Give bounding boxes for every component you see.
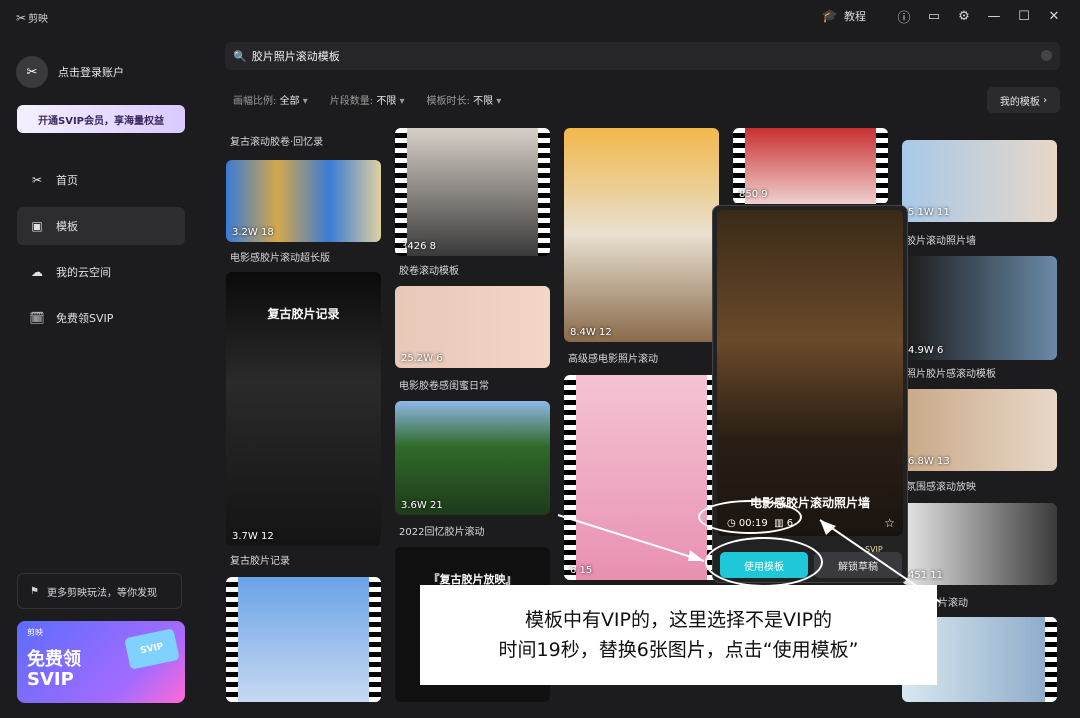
template-card[interactable]: 8.4W 12 xyxy=(564,128,719,342)
unlock-draft-button[interactable]: 解锁草稿 xyxy=(814,552,902,578)
template-card[interactable]: 25.2W 6 xyxy=(395,286,550,368)
help-icon[interactable]: ⓘ xyxy=(896,8,912,26)
sidebar-item-home[interactable]: ✂ 首页 xyxy=(17,161,185,199)
card-caption: 照片胶片感滚动模板 xyxy=(906,369,996,380)
tutorial-button[interactable]: 🎓 教程 xyxy=(822,8,866,24)
search-input[interactable]: 🔍 胶片照片滚动模板 xyxy=(225,42,1060,70)
search-icon: 🔍 xyxy=(233,49,247,63)
highlight-ellipse xyxy=(705,537,823,587)
card-caption: 复古滚动胶卷·回忆录 xyxy=(230,137,324,148)
template-card[interactable]: 3426 8 xyxy=(395,128,550,256)
scissors-icon: ✂ xyxy=(31,173,43,187)
annotation-box: 模板中有VIP的，这里选择不是VIP的 时间19秒，替换6张图片，点击“使用模板… xyxy=(420,585,937,685)
template-card[interactable]: 850 9 xyxy=(733,128,888,204)
title-bar: ✂ 剪映 🎓 教程 ⓘ ▭ ⚙ — ☐ ✕ xyxy=(0,0,1080,34)
card-caption: 复古胶片记录 xyxy=(230,556,290,567)
card-caption: 氛围感滚动放映 xyxy=(906,482,976,493)
close-icon[interactable]: ✕ xyxy=(1046,8,1062,24)
login-account[interactable]: ✂ 点击登录账户 xyxy=(16,56,124,88)
sidebar-item-cloud[interactable]: ☁ 我的云空间 xyxy=(17,253,185,291)
capcut-logo-icon: ✂ xyxy=(16,10,26,25)
open-svip-button[interactable]: 开通SVIP会员，享海量权益 xyxy=(17,105,185,133)
template-card[interactable] xyxy=(226,577,381,702)
svip-card-icon: SVIP xyxy=(124,628,180,670)
preview-image[interactable] xyxy=(717,210,903,536)
avatar[interactable]: ✂ xyxy=(16,56,48,88)
filter-clip-count[interactable]: 片段数量: 不限 ▾ xyxy=(330,92,405,107)
feedback-icon[interactable]: ▭ xyxy=(926,8,942,24)
favorite-star-icon[interactable]: ☆ xyxy=(884,516,895,530)
svip-promo-banner[interactable]: 剪映 免费领 SVIP SVIP xyxy=(17,621,185,703)
card-caption: 胶卷滚动模板 xyxy=(399,266,459,277)
template-card[interactable]: 451 11 xyxy=(902,503,1057,585)
template-card[interactable]: 3.2W 18 xyxy=(226,160,381,242)
template-card[interactable]: 6 15 xyxy=(564,375,719,580)
card-caption: 电影胶卷感闺蜜日常 xyxy=(399,381,489,392)
card-caption: 电影感胶片滚动超长版 xyxy=(230,253,330,264)
maximize-icon[interactable]: ☐ xyxy=(1016,8,1032,24)
card-caption: 2022回忆胶片滚动 xyxy=(399,527,485,538)
filter-bar: 画幅比例: 全部 ▾ 片段数量: 不限 ▾ 模板时长: 不限 ▾ xyxy=(233,92,501,107)
template-card[interactable]: 复古胶片记录 3.7W 12 xyxy=(226,272,381,546)
filter-aspect-ratio[interactable]: 画幅比例: 全部 ▾ xyxy=(233,92,308,107)
graduation-cap-icon: 🎓 xyxy=(821,8,839,24)
sidebar-nav: ✂ 首页 ▣ 模板 ☁ 我的云空间 🗓 免费领SVIP xyxy=(17,161,185,345)
template-card[interactable]: 6.8W 13 xyxy=(902,389,1057,471)
sidebar-item-free-svip[interactable]: 🗓 免费领SVIP xyxy=(17,299,185,337)
card-caption: 胶片滚动照片墙 xyxy=(906,236,976,247)
minimize-icon[interactable]: — xyxy=(986,8,1002,24)
template-card[interactable]: 3.6W 21 xyxy=(395,401,550,515)
settings-gear-icon[interactable]: ⚙ xyxy=(956,8,972,24)
gift-icon: 🗓 xyxy=(29,311,45,325)
more-tips[interactable]: ⚑ 更多剪映玩法，等你发现 xyxy=(17,573,182,609)
template-card[interactable]: 5.1W 11 xyxy=(902,140,1057,222)
sidebar-item-templates[interactable]: ▣ 模板 xyxy=(17,207,185,245)
app-title: 剪映 xyxy=(28,14,49,25)
clear-search-icon[interactable] xyxy=(1041,50,1052,61)
my-templates-button[interactable]: 我的模板 › xyxy=(987,87,1060,113)
cloud-icon: ☁ xyxy=(31,265,43,279)
flag-icon: ⚑ xyxy=(30,585,39,597)
template-card[interactable]: 4.9W 6 xyxy=(902,256,1057,360)
card-caption: 高级感电影照片滚动 xyxy=(568,354,658,365)
sidebar: ✂ 点击登录账户 开通SVIP会员，享海量权益 ✂ 首页 ▣ 模板 ☁ 我的云空… xyxy=(0,34,200,718)
highlight-ellipse xyxy=(698,500,802,534)
filter-duration[interactable]: 模板时长: 不限 ▾ xyxy=(427,92,502,107)
template-icon: ▣ xyxy=(31,219,43,233)
card-caption: 片滚动 xyxy=(938,598,968,609)
app-logo: ✂ 剪映 xyxy=(16,10,49,26)
